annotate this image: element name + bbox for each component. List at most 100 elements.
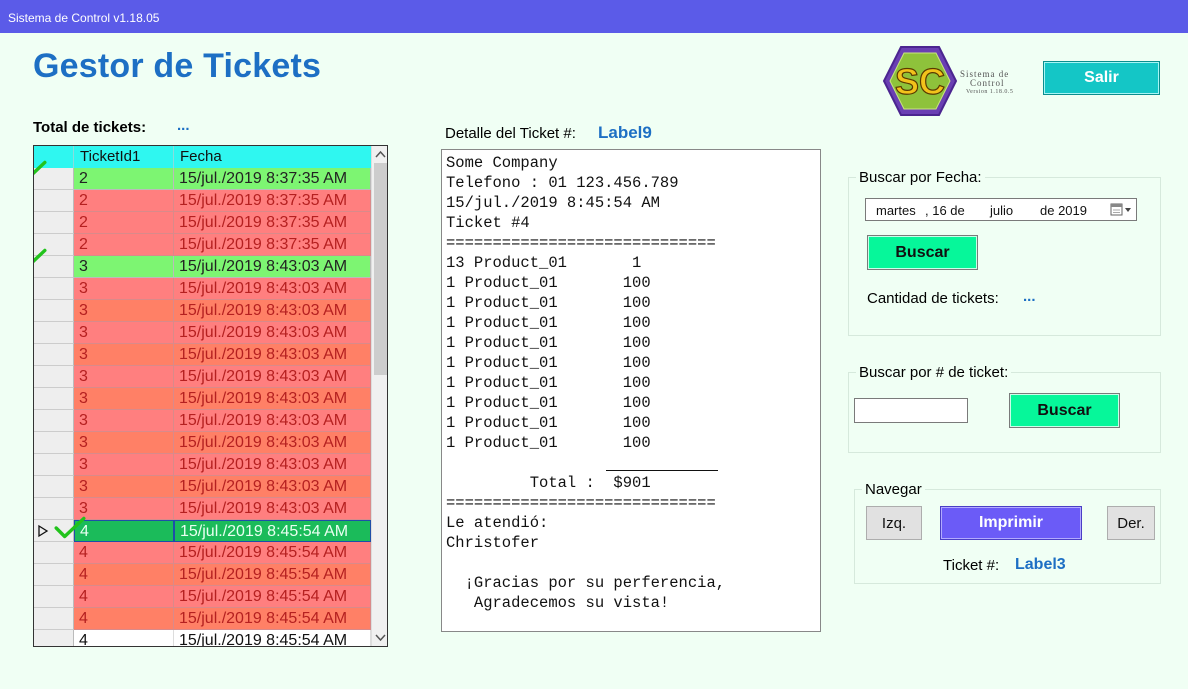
row-selector[interactable] [34, 278, 74, 300]
cell-fecha[interactable]: 15/jul./2019 8:43:03 AM [174, 410, 371, 432]
scroll-up-icon[interactable] [372, 146, 388, 163]
row-selector[interactable] [34, 586, 74, 608]
row-selector[interactable] [34, 190, 74, 212]
cell-ticket-id[interactable]: 3 [74, 388, 174, 410]
table-row[interactable]: 3 15/jul./2019 8:43:03 AM [34, 300, 371, 322]
column-header-fecha[interactable]: Fecha [174, 146, 371, 168]
cell-ticket-id[interactable]: 2 [74, 190, 174, 212]
row-selector[interactable] [34, 630, 74, 646]
table-row[interactable]: 4 15/jul./2019 8:45:54 AM [34, 542, 371, 564]
cell-ticket-id[interactable]: 4 [74, 586, 174, 608]
calendar-dropdown-icon[interactable] [1110, 203, 1134, 217]
cell-fecha[interactable]: 15/jul./2019 8:43:03 AM [174, 322, 371, 344]
scroll-down-icon[interactable] [372, 629, 388, 646]
cell-fecha[interactable]: 15/jul./2019 8:43:03 AM [174, 278, 371, 300]
cell-fecha[interactable]: 15/jul./2019 8:43:03 AM [174, 432, 371, 454]
cell-ticket-id[interactable]: 3 [74, 278, 174, 300]
table-row[interactable]: 2 15/jul./2019 8:37:35 AM [34, 160, 371, 190]
cell-fecha[interactable]: 15/jul./2019 8:43:03 AM [174, 366, 371, 388]
cell-fecha[interactable]: 15/jul./2019 8:45:54 AM [174, 520, 371, 542]
row-selector[interactable] [34, 432, 74, 454]
table-row[interactable]: 4 15/jul./2019 8:45:54 AM [34, 516, 371, 542]
cell-fecha[interactable]: 15/jul./2019 8:45:54 AM [174, 608, 371, 630]
cell-ticket-id[interactable]: 4 [74, 630, 174, 646]
table-row[interactable]: 3 15/jul./2019 8:43:03 AM [34, 366, 371, 388]
cell-ticket-id[interactable]: 4 [74, 608, 174, 630]
cell-ticket-id[interactable]: 3 [74, 410, 174, 432]
cell-fecha[interactable]: 15/jul./2019 8:43:03 AM [174, 300, 371, 322]
cell-ticket-id[interactable]: 3 [74, 344, 174, 366]
cell-fecha[interactable]: 15/jul./2019 8:45:54 AM [174, 564, 371, 586]
total-tickets-value: ... [177, 117, 190, 134]
row-selector[interactable] [34, 212, 74, 234]
date-picker[interactable]: martes , 16 de julio de 2019 [865, 198, 1137, 221]
print-button[interactable]: Imprimir [940, 506, 1082, 540]
cell-fecha[interactable]: 15/jul./2019 8:45:54 AM [174, 630, 371, 646]
cell-ticket-id[interactable]: 3 [74, 476, 174, 498]
table-row[interactable]: 2 15/jul./2019 8:37:35 AM [34, 234, 371, 256]
cell-ticket-id[interactable]: 3 [74, 366, 174, 388]
cell-ticket-id[interactable]: 2 [74, 168, 174, 190]
cell-ticket-id[interactable]: 4 [54, 516, 174, 542]
table-row[interactable]: 3 15/jul./2019 8:43:03 AM [34, 454, 371, 476]
row-selector[interactable] [34, 322, 74, 344]
table-row[interactable]: 3 15/jul./2019 8:43:03 AM [34, 248, 371, 278]
table-row[interactable]: 4 15/jul./2019 8:45:54 AM [34, 564, 371, 586]
scroll-thumb[interactable] [374, 163, 387, 375]
table-row[interactable]: 3 15/jul./2019 8:43:03 AM [34, 278, 371, 300]
search-number-button[interactable]: Buscar [1009, 393, 1120, 428]
row-selector[interactable] [34, 344, 74, 366]
cell-fecha[interactable]: 15/jul./2019 8:37:35 AM [174, 234, 371, 256]
table-row[interactable]: 4 15/jul./2019 8:45:54 AM [34, 608, 371, 630]
cell-ticket-id[interactable]: 3 [74, 498, 174, 520]
cell-fecha[interactable]: 15/jul./2019 8:43:03 AM [174, 454, 371, 476]
cell-ticket-id[interactable]: 3 [74, 256, 174, 278]
row-selector[interactable] [34, 542, 74, 564]
cell-fecha[interactable]: 15/jul./2019 8:43:03 AM [174, 256, 371, 278]
row-selector[interactable] [34, 564, 74, 586]
row-selector[interactable] [34, 608, 74, 630]
search-by-date-legend: Buscar por Fecha: [856, 169, 985, 186]
ticket-number-input[interactable] [854, 398, 968, 423]
cell-ticket-id[interactable]: 4 [74, 542, 174, 564]
cell-ticket-id[interactable]: 2 [74, 234, 174, 256]
cell-fecha[interactable]: 15/jul./2019 8:37:35 AM [174, 190, 371, 212]
cell-fecha[interactable]: 15/jul./2019 8:43:03 AM [174, 476, 371, 498]
row-selector[interactable] [34, 366, 74, 388]
table-row[interactable]: 3 15/jul./2019 8:43:03 AM [34, 344, 371, 366]
table-row[interactable]: 4 15/jul./2019 8:45:54 AM [34, 586, 371, 608]
table-row[interactable]: 3 15/jul./2019 8:43:03 AM [34, 388, 371, 410]
cell-ticket-id[interactable]: 4 [74, 564, 174, 586]
cell-fecha[interactable]: 15/jul./2019 8:45:54 AM [174, 586, 371, 608]
row-selector[interactable] [34, 476, 74, 498]
exit-button[interactable]: Salir [1043, 61, 1160, 95]
search-date-button[interactable]: Buscar [867, 235, 978, 270]
column-header-ticketid[interactable]: TicketId1 [74, 146, 174, 168]
table-row[interactable]: 4 15/jul./2019 8:45:54 AM [34, 630, 371, 646]
table-row[interactable]: 3 15/jul./2019 8:43:03 AM [34, 432, 371, 454]
tickets-grid[interactable]: TicketId1 Fecha 2 15/jul./2019 8:37:35 AM… [33, 145, 388, 647]
cell-fecha[interactable]: 15/jul./2019 8:37:35 AM [174, 168, 371, 190]
row-selector[interactable] [34, 388, 74, 410]
cell-fecha[interactable]: 15/jul./2019 8:37:35 AM [174, 212, 371, 234]
table-row[interactable]: 2 15/jul./2019 8:37:35 AM [34, 190, 371, 212]
table-row[interactable]: 3 15/jul./2019 8:43:03 AM [34, 322, 371, 344]
cell-ticket-id[interactable]: 3 [74, 322, 174, 344]
cell-ticket-id[interactable]: 3 [74, 454, 174, 476]
table-row[interactable]: 2 15/jul./2019 8:37:35 AM [34, 212, 371, 234]
cell-fecha[interactable]: 15/jul./2019 8:43:03 AM [174, 388, 371, 410]
row-selector[interactable] [34, 300, 74, 322]
previous-ticket-button[interactable]: Izq. [866, 506, 922, 540]
cell-ticket-id[interactable]: 3 [74, 300, 174, 322]
cell-ticket-id[interactable]: 3 [74, 432, 174, 454]
next-ticket-button[interactable]: Der. [1107, 506, 1155, 540]
row-selector[interactable] [34, 410, 74, 432]
cell-fecha[interactable]: 15/jul./2019 8:43:03 AM [174, 498, 371, 520]
table-row[interactable]: 3 15/jul./2019 8:43:03 AM [34, 476, 371, 498]
grid-scrollbar[interactable] [371, 146, 388, 646]
cell-fecha[interactable]: 15/jul./2019 8:43:03 AM [174, 344, 371, 366]
row-selector[interactable] [34, 454, 74, 476]
cell-fecha[interactable]: 15/jul./2019 8:45:54 AM [174, 542, 371, 564]
cell-ticket-id[interactable]: 2 [74, 212, 174, 234]
table-row[interactable]: 3 15/jul./2019 8:43:03 AM [34, 410, 371, 432]
